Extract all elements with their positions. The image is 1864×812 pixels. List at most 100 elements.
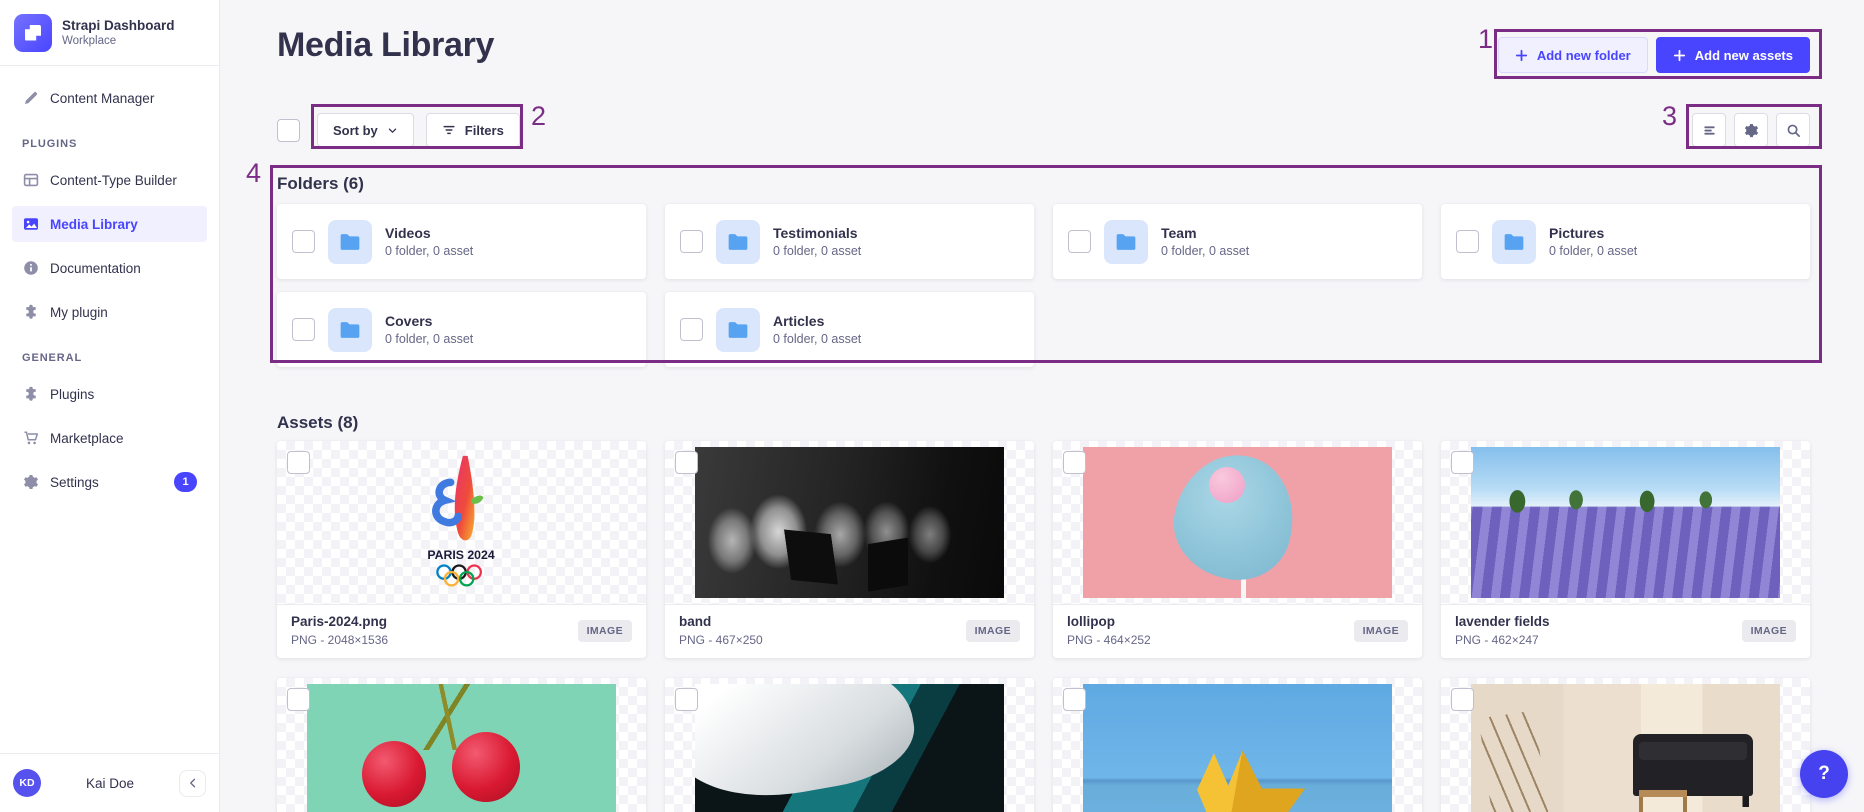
asset-checkbox[interactable] (675, 688, 698, 711)
asset-card-sofa[interactable] (1441, 678, 1810, 812)
asset-checkbox[interactable] (1063, 451, 1086, 474)
sidebar-item-content-manager[interactable]: Content Manager (12, 80, 207, 116)
add-new-folder-label: Add new folder (1537, 48, 1631, 63)
asset-media: PARIS 2024 (277, 441, 646, 604)
folder-name: Articles (773, 313, 861, 329)
folder-card-articles[interactable]: Articles 0 folder, 0 asset (665, 292, 1034, 367)
asset-meta: PNG - 467×250 (679, 633, 763, 647)
olympic-rings-icon (438, 565, 481, 585)
asset-checkbox[interactable] (287, 451, 310, 474)
puzzle-icon (22, 304, 39, 321)
folder-card-videos[interactable]: Videos 0 folder, 0 asset (277, 204, 646, 279)
sidebar-item-my-plugin[interactable]: My plugin (12, 294, 207, 330)
sidebar-item-label: Plugins (50, 387, 94, 402)
asset-type-badge: IMAGE (578, 620, 632, 642)
folder-card-testimonials[interactable]: Testimonials 0 folder, 0 asset (665, 204, 1034, 279)
folder-name: Team (1161, 225, 1249, 241)
sidebar-item-content-type-builder[interactable]: Content-Type Builder (12, 162, 207, 198)
info-icon (22, 260, 39, 277)
asset-text: band PNG - 467×250 (679, 614, 763, 647)
folder-checkbox[interactable] (292, 230, 315, 253)
filters-button[interactable]: Filters (426, 113, 520, 147)
folder-checkbox[interactable] (680, 318, 703, 341)
asset-name: band (679, 614, 763, 629)
cart-icon (22, 430, 39, 447)
asset-info: lavender fields PNG - 462×247 IMAGE (1441, 604, 1810, 658)
page-title: Media Library (277, 26, 494, 65)
asset-card-lavender-fields[interactable]: lavender fields PNG - 462×247 IMAGE (1441, 441, 1810, 658)
folder-checkbox[interactable] (1456, 230, 1479, 253)
asset-card-lollipop[interactable]: lollipop PNG - 464×252 IMAGE (1053, 441, 1422, 658)
toolbar-left: Sort by Filters (277, 113, 520, 147)
sidebar-item-label: Content Manager (50, 91, 154, 106)
asset-card-paris-2024[interactable]: PARIS 2024 Paris-2024.png PNG - 2048×153… (277, 441, 646, 658)
folder-text: Covers 0 folder, 0 asset (385, 313, 473, 346)
sidebar-nav: Content Manager PLUGINS Content-Type Bui… (0, 66, 219, 508)
sidebar-item-label: Content-Type Builder (50, 173, 177, 188)
chevron-left-icon (187, 777, 199, 789)
sidebar: Strapi Dashboard Workplace Content Manag… (0, 0, 220, 812)
folder-card-team[interactable]: Team 0 folder, 0 asset (1053, 204, 1422, 279)
folder-icon (1492, 220, 1536, 264)
search-button[interactable] (1776, 113, 1810, 147)
sort-by-button[interactable]: Sort by (317, 113, 414, 147)
sidebar-item-plugins[interactable]: Plugins (12, 376, 207, 412)
folder-card-covers[interactable]: Covers 0 folder, 0 asset (277, 292, 646, 367)
folder-icon (1104, 220, 1148, 264)
asset-checkbox[interactable] (675, 451, 698, 474)
help-button[interactable]: ? (1800, 750, 1848, 798)
folder-meta: 0 folder, 0 asset (773, 244, 861, 258)
asset-card-cherries[interactable] (277, 678, 646, 812)
add-new-folder-button[interactable]: Add new folder (1498, 37, 1648, 73)
folder-icon (328, 220, 372, 264)
asset-checkbox[interactable] (1451, 688, 1474, 711)
asset-card-paper-boat[interactable] (1053, 678, 1422, 812)
picture-icon (22, 216, 39, 233)
avatar[interactable]: KD (13, 769, 41, 797)
chevron-down-icon (387, 125, 398, 136)
thumbnail-art (783, 523, 837, 591)
asset-card-band[interactable]: band PNG - 467×250 IMAGE (665, 441, 1034, 658)
sidebar-item-marketplace[interactable]: Marketplace (12, 420, 207, 456)
toolbar: Sort by Filters (277, 113, 1810, 147)
sidebar-section-general: GENERAL (22, 352, 197, 364)
select-all-checkbox[interactable] (277, 119, 300, 142)
filter-icon (442, 123, 456, 137)
workspace-switcher[interactable]: Strapi Dashboard Workplace (0, 0, 219, 65)
asset-thumbnail (1083, 684, 1393, 812)
add-new-assets-button[interactable]: Add new assets (1656, 37, 1810, 73)
asset-name: lavender fields (1455, 614, 1550, 629)
folders-heading: Folders (6) (277, 174, 1810, 194)
asset-thumbnail (695, 447, 1005, 598)
assets-heading: Assets (8) (277, 413, 1810, 433)
asset-type-badge: IMAGE (1742, 620, 1796, 642)
folder-checkbox[interactable] (292, 318, 315, 341)
asset-card-iceberg[interactable] (665, 678, 1034, 812)
asset-checkbox[interactable] (1451, 451, 1474, 474)
list-view-button[interactable] (1692, 113, 1726, 147)
sort-filter-group: Sort by Filters (317, 113, 520, 147)
folder-meta: 0 folder, 0 asset (385, 332, 473, 346)
sidebar-section-plugins: PLUGINS (22, 138, 197, 150)
asset-text: Paris-2024.png PNG - 2048×1536 (291, 614, 388, 647)
asset-info: lollipop PNG - 464×252 IMAGE (1053, 604, 1422, 658)
sidebar-item-media-library[interactable]: Media Library (12, 206, 207, 242)
asset-checkbox[interactable] (287, 688, 310, 711)
asset-type-badge: IMAGE (966, 620, 1020, 642)
sidebar-item-documentation[interactable]: Documentation (12, 250, 207, 286)
brand-title: Strapi Dashboard (62, 18, 175, 35)
sidebar-item-settings[interactable]: Settings 1 (12, 464, 207, 500)
folder-checkbox[interactable] (680, 230, 703, 253)
collapse-sidebar-button[interactable] (179, 770, 206, 797)
settings-view-button[interactable] (1734, 113, 1768, 147)
folder-name: Pictures (1549, 225, 1637, 241)
asset-thumbnail (307, 684, 617, 812)
asset-thumbnail (1471, 447, 1781, 598)
puzzle-icon (22, 386, 39, 403)
folder-checkbox[interactable] (1068, 230, 1091, 253)
folder-card-pictures[interactable]: Pictures 0 folder, 0 asset (1441, 204, 1810, 279)
asset-name: Paris-2024.png (291, 614, 388, 629)
plus-icon (1673, 49, 1686, 62)
folder-icon (716, 220, 760, 264)
asset-checkbox[interactable] (1063, 688, 1086, 711)
